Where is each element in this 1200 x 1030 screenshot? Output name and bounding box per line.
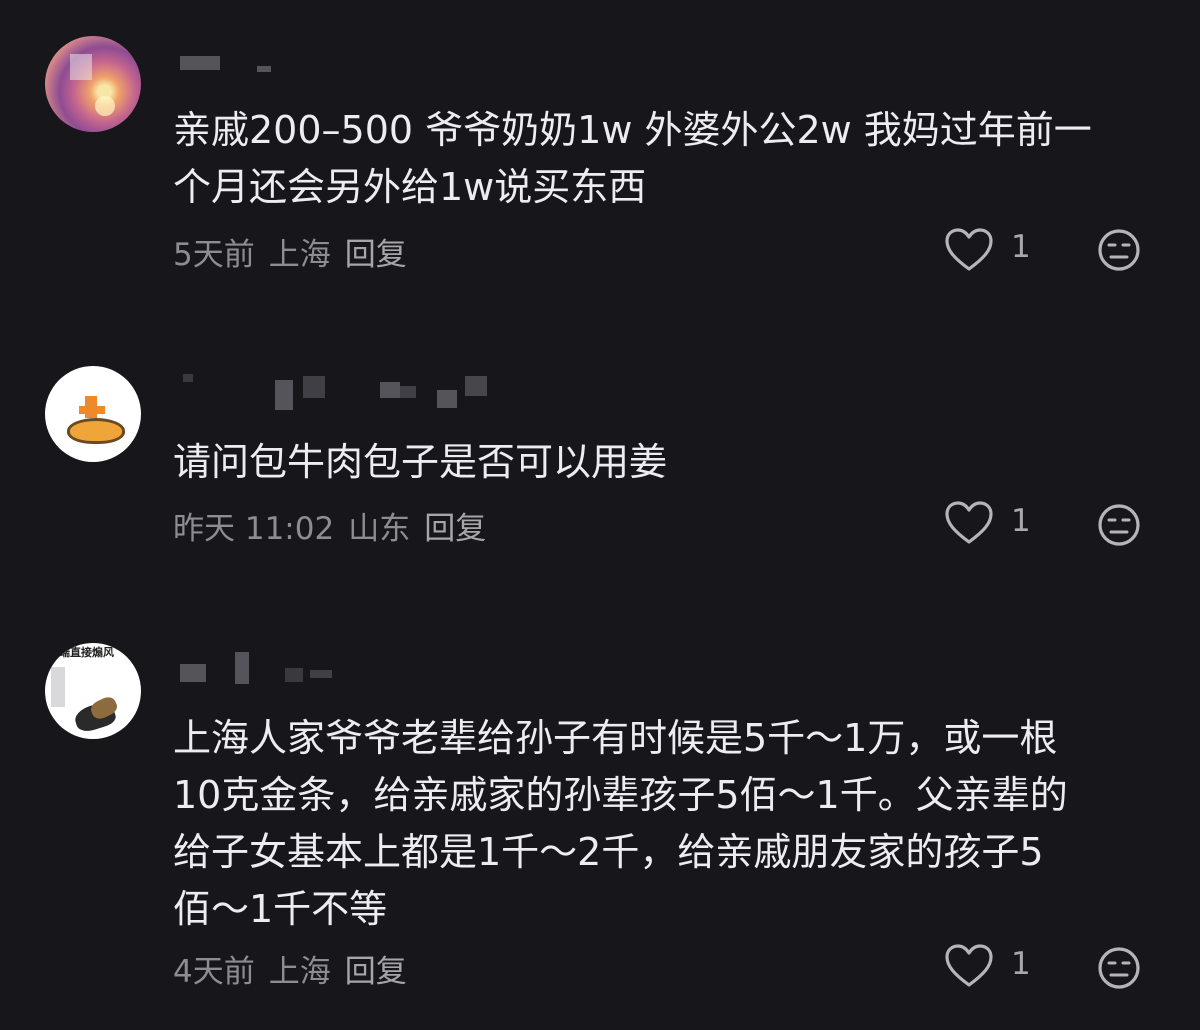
heart-outline-icon — [945, 501, 993, 544]
meh-face-icon — [1098, 229, 1140, 271]
reply-button[interactable]: 回复 — [424, 511, 486, 547]
comment-text: 亲戚200–500 爷爷奶奶1w 外婆外公2w 我妈过年前一 个月还会另外给1w… — [173, 108, 1092, 209]
like-count: 1 — [1011, 946, 1031, 982]
comment-time: 4天前 — [173, 954, 255, 990]
like-count: 1 — [1011, 229, 1031, 265]
meh-face-icon — [1098, 504, 1140, 546]
comment-text: 请问包牛肉包子是否可以用姜 — [173, 440, 668, 484]
comment-location: 上海 — [268, 954, 331, 990]
dislike-button[interactable] — [1097, 228, 1141, 272]
like-button[interactable] — [944, 943, 994, 989]
avatar[interactable]: 端直接煽风 — [45, 643, 141, 739]
avatar-caption: 端直接煽风 — [59, 646, 114, 659]
heart-outline-icon — [945, 228, 993, 271]
comment-meta: 5天前 上海 回复 — [173, 229, 421, 274]
meh-face-icon — [1098, 947, 1140, 989]
heart-outline-icon — [945, 944, 993, 987]
comment-location: 上海 — [268, 237, 331, 273]
reply-button[interactable]: 回复 — [345, 237, 407, 273]
comment-time: 5天前 — [173, 237, 255, 273]
dislike-button[interactable] — [1097, 503, 1141, 547]
like-count: 1 — [1011, 503, 1031, 539]
dislike-button[interactable] — [1097, 946, 1141, 990]
reply-button[interactable]: 回复 — [345, 954, 407, 990]
comment-time: 昨天 11:02 — [173, 511, 335, 547]
comment-location: 山东 — [348, 511, 411, 547]
avatar[interactable] — [45, 36, 141, 132]
comment-text: 上海人家爷爷老辈给孙子有时候是5千～1万，或一根 10克金条，给亲戚家的孙辈孩子… — [173, 716, 1068, 931]
avatar[interactable] — [45, 366, 141, 462]
comment-meta: 昨天 11:02 山东 回复 — [173, 503, 500, 548]
like-button[interactable] — [944, 227, 994, 273]
like-button[interactable] — [944, 500, 994, 546]
comment-meta: 4天前 上海 回复 — [173, 946, 421, 991]
